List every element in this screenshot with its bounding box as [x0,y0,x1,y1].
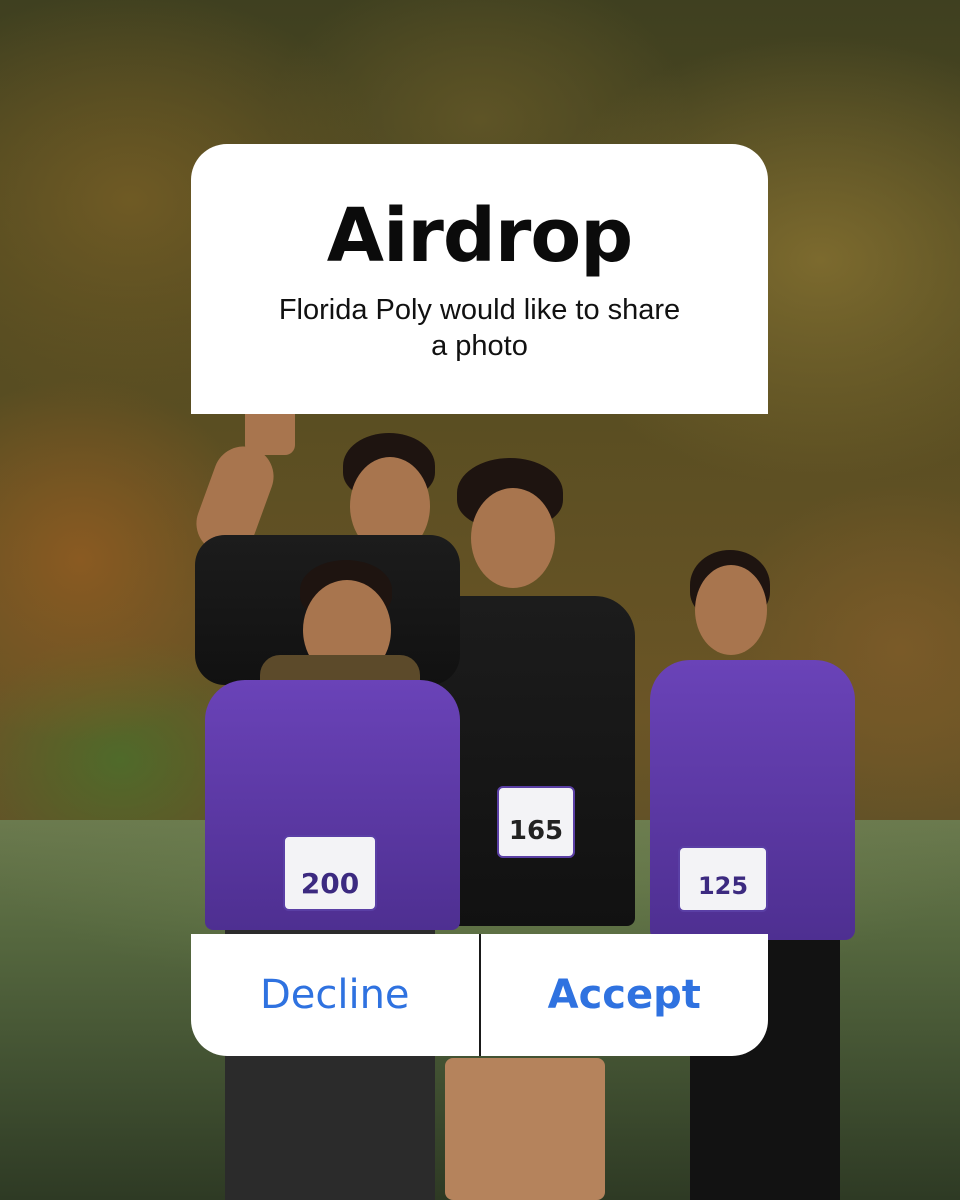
decline-button[interactable]: Decline [191,934,479,1056]
race-bib: 125 [678,846,768,912]
accept-button[interactable]: Accept [481,934,769,1056]
dialog-message: Florida Poly would like to share a photo [278,294,681,362]
dialog-title: Airdrop [326,193,633,279]
runner-right: 125 [650,550,860,1200]
race-bib: 165 [497,786,575,858]
race-bib: 200 [283,835,377,911]
runner-front-left: 200 [205,560,460,1200]
airdrop-dialog: Airdrop Florida Poly would like to share… [191,144,768,414]
dialog-actions: Decline Accept [191,934,768,1056]
